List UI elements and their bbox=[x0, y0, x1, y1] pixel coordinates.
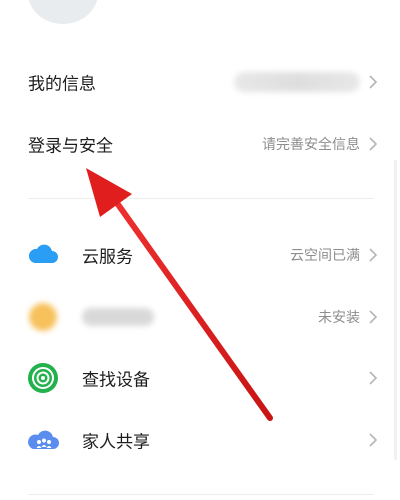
find-device-row[interactable]: 查找设备 bbox=[0, 348, 400, 408]
login-security-label: 登录与安全 bbox=[28, 136, 113, 157]
chevron-right-icon bbox=[369, 248, 378, 262]
my-info-row[interactable]: 我的信息 bbox=[0, 52, 400, 112]
cloud-service-label: 云服务 bbox=[82, 247, 133, 268]
find-device-label: 查找设备 bbox=[82, 370, 150, 391]
my-info-value-blurred bbox=[234, 72, 360, 92]
login-security-value: 请完善安全信息 bbox=[262, 137, 360, 153]
section-divider bbox=[28, 198, 374, 199]
my-info-label: 我的信息 bbox=[28, 74, 96, 95]
cloud-service-row[interactable]: 云服务 云空间已满 bbox=[0, 225, 400, 285]
cloud-icon bbox=[28, 244, 58, 263]
chevron-right-icon bbox=[369, 310, 378, 324]
chevron-right-icon bbox=[369, 75, 378, 89]
family-sharing-row[interactable]: 家人共享 bbox=[0, 410, 400, 470]
login-security-row[interactable]: 登录与安全 请完善安全信息 bbox=[0, 114, 400, 174]
chevron-right-icon bbox=[369, 371, 378, 385]
blurred-app-row[interactable]: 未安装 bbox=[0, 287, 400, 347]
bottom-divider bbox=[28, 494, 374, 495]
scrollbar[interactable] bbox=[394, 160, 397, 460]
cloud-service-value: 云空间已满 bbox=[290, 248, 360, 264]
blurred-app-value: 未安装 bbox=[318, 310, 360, 326]
radar-icon bbox=[28, 363, 58, 393]
family-cloud-icon bbox=[28, 430, 59, 449]
family-sharing-label: 家人共享 bbox=[82, 432, 150, 453]
chevron-right-icon bbox=[369, 137, 378, 151]
app-icon bbox=[29, 303, 57, 331]
avatar[interactable] bbox=[28, 0, 98, 24]
chevron-right-icon bbox=[369, 433, 378, 447]
blurred-app-label bbox=[82, 308, 154, 326]
